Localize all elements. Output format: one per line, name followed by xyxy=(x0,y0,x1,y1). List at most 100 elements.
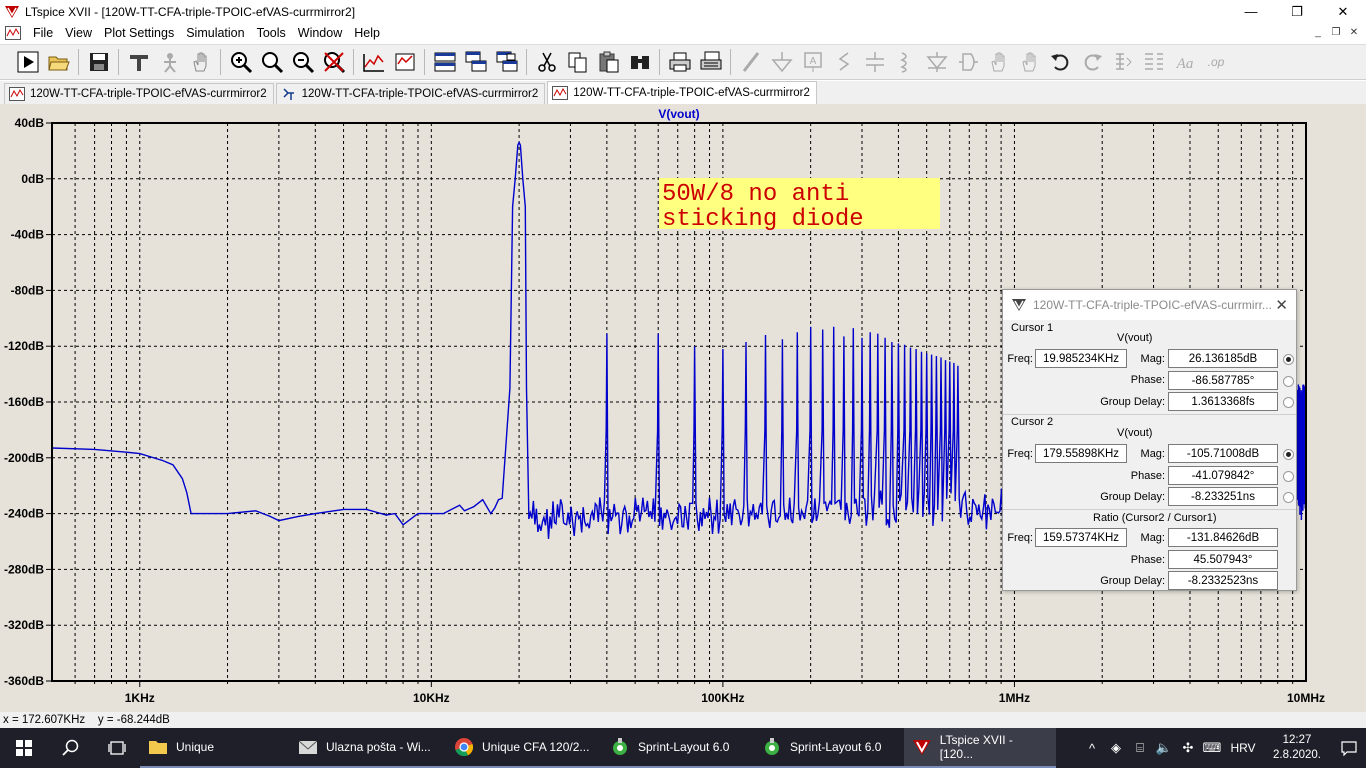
halt-icon[interactable] xyxy=(154,47,185,77)
taskbar-app-chrome[interactable]: Unique CFA 120/2... xyxy=(446,728,602,768)
tile-vertical-icon[interactable] xyxy=(491,47,522,77)
trace-label[interactable]: V(vout) xyxy=(658,107,699,121)
cursor2-freq-field[interactable]: 179.55898KHz xyxy=(1035,444,1127,463)
ground-icon[interactable] xyxy=(766,47,797,77)
cursor1-group-delay-radio[interactable] xyxy=(1283,397,1294,408)
save-icon[interactable] xyxy=(83,47,114,77)
taskbar-app-unique[interactable]: Unique xyxy=(140,728,290,768)
wire-icon[interactable] xyxy=(735,47,766,77)
print-icon[interactable] xyxy=(664,47,695,77)
y-tick-label: 40dB xyxy=(15,116,45,130)
cursor1-mag-radio[interactable] xyxy=(1283,354,1294,365)
tab-waveform-1[interactable]: 120W-TT-CFA-triple-TPOIC-efVAS-currmirro… xyxy=(4,83,274,104)
spice-directive-icon[interactable]: .op xyxy=(1200,47,1231,77)
ratio-group-delay-field[interactable]: -8.2332523ns xyxy=(1168,571,1278,590)
autorange-icon[interactable] xyxy=(358,47,389,77)
tab-schematic[interactable]: 120W-TT-CFA-triple-TPOIC-efVAS-currmirro… xyxy=(275,83,546,104)
ratio-mag-field[interactable]: -131.84626dB xyxy=(1168,528,1278,547)
zoom-in-icon[interactable] xyxy=(225,47,256,77)
menu-tools[interactable]: Tools xyxy=(251,26,292,40)
zoom-fit-icon[interactable] xyxy=(256,47,287,77)
taskbar-app-sprint-layout-2[interactable]: Sprint-Layout 6.0 xyxy=(754,728,904,768)
task-view-icon[interactable] xyxy=(94,728,140,768)
cursor1-group-delay-field[interactable]: 1.3613368fs xyxy=(1168,392,1278,411)
clock[interactable]: 12:27 2.8.2020. xyxy=(1262,733,1332,763)
network-warning-icon[interactable]: ◈ xyxy=(1104,728,1128,768)
menu-plot-settings[interactable]: Plot Settings xyxy=(98,26,180,40)
x-tick-label: 10KHz xyxy=(413,691,450,705)
cursor2-phase-radio[interactable] xyxy=(1283,471,1294,482)
control-panel-icon[interactable] xyxy=(123,47,154,77)
copy-icon[interactable] xyxy=(562,47,593,77)
notifications-icon[interactable] xyxy=(1332,728,1366,768)
network-icon[interactable]: ⌸ xyxy=(1128,728,1152,768)
volume-icon[interactable]: 🔈 xyxy=(1152,728,1176,768)
minimize-button[interactable]: — xyxy=(1228,0,1274,23)
dialog-title-bar[interactable]: 120W-TT-CFA-triple-TPOIC-efVAS-currmirr.… xyxy=(1003,290,1296,320)
redo-icon[interactable] xyxy=(1076,47,1107,77)
close-button[interactable]: ✕ xyxy=(1320,0,1366,23)
cursor2-group-delay-field[interactable]: -8.233251ns xyxy=(1168,487,1278,506)
cursor2-group-delay-radio[interactable] xyxy=(1283,492,1294,503)
taskbar-app-sprint-layout-1[interactable]: Sprint-Layout 6.0 xyxy=(602,728,754,768)
show-hidden-icons-chevron-icon[interactable]: ^ xyxy=(1080,728,1104,768)
print-setup-icon[interactable] xyxy=(695,47,726,77)
rotate-icon[interactable] xyxy=(1107,47,1138,77)
undo-icon[interactable] xyxy=(1045,47,1076,77)
component-icon[interactable] xyxy=(952,47,983,77)
mdi-minimize-button[interactable]: _ xyxy=(1310,25,1326,40)
ratio-phase-field[interactable]: 45.507943° xyxy=(1168,550,1278,569)
taskbar-app-mail[interactable]: Ulazna pošta - Wi... xyxy=(290,728,446,768)
cursor2-mag-field[interactable]: -105.71008dB xyxy=(1168,444,1278,463)
start-button[interactable] xyxy=(0,728,48,768)
menu-view[interactable]: View xyxy=(59,26,98,40)
cursor1-mag-field[interactable]: 26.136185dB xyxy=(1168,349,1278,368)
menu-simulation[interactable]: Simulation xyxy=(180,26,250,40)
menu-file[interactable]: File xyxy=(27,26,59,40)
cursor1-phase-radio[interactable] xyxy=(1283,376,1294,387)
cursor-readout-dialog[interactable]: 120W-TT-CFA-triple-TPOIC-efVAS-currmirr.… xyxy=(1002,289,1297,591)
cursor1-phase-field[interactable]: -86.587785° xyxy=(1168,371,1278,390)
fit-icon[interactable] xyxy=(389,47,420,77)
mdi-close-button[interactable]: ✕ xyxy=(1346,25,1362,40)
keyboard-icon[interactable]: ⌨ xyxy=(1200,728,1224,768)
search-icon[interactable] xyxy=(48,728,94,768)
zoom-cancel-icon[interactable] xyxy=(318,47,349,77)
text-icon[interactable]: Aa xyxy=(1169,47,1200,77)
run-icon[interactable] xyxy=(12,47,43,77)
ratio-freq-field[interactable]: 159.57374KHz xyxy=(1035,528,1127,547)
input-language-indicator[interactable]: HRV xyxy=(1224,728,1262,768)
move-icon[interactable] xyxy=(983,47,1014,77)
document-icon[interactable] xyxy=(5,26,21,40)
annotation-line-1[interactable]: 50W/8 no anti xyxy=(662,181,849,208)
inductor-icon[interactable] xyxy=(890,47,921,77)
cursor2-mag-radio[interactable] xyxy=(1283,449,1294,460)
maximize-button[interactable]: ❐ xyxy=(1274,0,1320,23)
menu-help[interactable]: Help xyxy=(348,26,386,40)
dropbox-icon[interactable]: ✣ xyxy=(1176,728,1200,768)
zoom-out-icon[interactable] xyxy=(287,47,318,77)
menu-window[interactable]: Window xyxy=(292,26,348,40)
tile-horizontal-icon[interactable] xyxy=(429,47,460,77)
drag-icon[interactable] xyxy=(1014,47,1045,77)
open-icon[interactable] xyxy=(43,47,74,77)
title-bar: LTspice XVII - [120W-TT-CFA-triple-TPOIC… xyxy=(0,0,1366,23)
mdi-restore-button[interactable]: ❐ xyxy=(1328,25,1344,40)
cascade-icon[interactable] xyxy=(460,47,491,77)
toolbar-separator xyxy=(353,49,354,75)
pan-icon[interactable] xyxy=(185,47,216,77)
cut-icon[interactable] xyxy=(531,47,562,77)
find-icon[interactable] xyxy=(624,47,655,77)
capacitor-icon[interactable] xyxy=(859,47,890,77)
taskbar-app-ltspice[interactable]: LTspice XVII - [120... xyxy=(904,728,1056,768)
annotation-line-2[interactable]: sticking diode xyxy=(662,206,864,233)
tab-waveform-2[interactable]: 120W-TT-CFA-triple-TPOIC-efVAS-currmirro… xyxy=(547,81,817,104)
label-icon[interactable]: A xyxy=(797,47,828,77)
paste-icon[interactable] xyxy=(593,47,624,77)
cursor2-phase-field[interactable]: -41.079842° xyxy=(1168,466,1278,485)
dialog-close-button[interactable]: ✕ xyxy=(1275,296,1288,314)
resistor-icon[interactable] xyxy=(828,47,859,77)
diode-icon[interactable] xyxy=(921,47,952,77)
mirror-icon[interactable] xyxy=(1138,47,1169,77)
cursor1-freq-field[interactable]: 19.985234KHz xyxy=(1035,349,1127,368)
